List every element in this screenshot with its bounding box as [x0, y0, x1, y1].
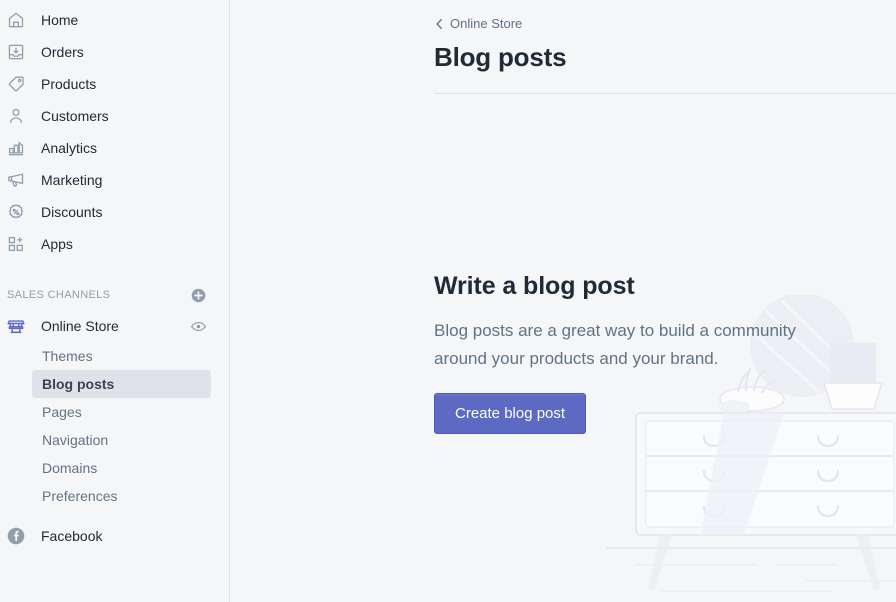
- breadcrumb-label: Online Store: [450, 16, 523, 31]
- sidebar-item-navigation[interactable]: Navigation: [32, 426, 211, 454]
- sales-channels-section-header: SALES CHANNELS: [0, 280, 229, 310]
- shopify-admin-window: Home Orders Products Customers Analytics…: [0, 0, 896, 602]
- eye-icon[interactable]: [189, 317, 207, 335]
- sidebar-item-label: Home: [41, 12, 79, 28]
- facebook-icon: [6, 524, 34, 548]
- bar-chart-icon: [6, 136, 34, 160]
- apps-grid-plus-icon: [6, 232, 34, 256]
- sidebar-item-label: Apps: [41, 236, 73, 252]
- sidebar-item-online-store[interactable]: Online Store: [0, 310, 229, 342]
- sidebar-item-preferences[interactable]: Preferences: [32, 482, 211, 510]
- sidebar-item-label: Orders: [41, 44, 84, 60]
- sidebar-item-label: Customers: [41, 108, 109, 124]
- sidebar-item-home[interactable]: Home: [0, 4, 229, 36]
- create-blog-post-button[interactable]: Create blog post: [434, 393, 587, 434]
- sidebar-item-label: Online Store: [41, 318, 119, 334]
- sidebar-item-discounts[interactable]: Discounts: [0, 196, 229, 228]
- sidebar-item-marketing[interactable]: Marketing: [0, 164, 229, 196]
- subnav-item-label: Themes: [42, 348, 93, 364]
- sidebar-item-products[interactable]: Products: [0, 68, 229, 100]
- percent-badge-icon: [6, 200, 34, 224]
- sidebar-item-blog-posts[interactable]: Blog posts: [32, 370, 211, 398]
- storefront-icon: [6, 314, 34, 338]
- empty-state: Write a blog post Blog posts are a great…: [434, 270, 834, 434]
- page-title: Blog posts: [434, 41, 567, 72]
- online-store-subnav: Themes Blog posts Pages Navigation Domai…: [0, 342, 229, 510]
- subnav-item-label: Blog posts: [42, 376, 115, 392]
- subnav-item-label: Preferences: [42, 488, 118, 504]
- empty-state-title: Write a blog post: [434, 272, 635, 300]
- sidebar-item-apps[interactable]: Apps: [0, 228, 229, 260]
- person-icon: [6, 104, 34, 128]
- page-header: Online Store Blog posts: [434, 0, 896, 94]
- tag-icon: [6, 72, 34, 96]
- sidebar-item-label: Analytics: [41, 140, 98, 156]
- sidebar: Home Orders Products Customers Analytics…: [0, 0, 230, 602]
- sidebar-item-label: Discounts: [41, 204, 103, 220]
- plus-circle-icon[interactable]: [189, 286, 207, 304]
- sidebar-item-orders[interactable]: Orders: [0, 36, 229, 68]
- chevron-left-icon: [434, 18, 445, 30]
- empty-state-description: Blog posts are a great way to build a co…: [434, 321, 796, 368]
- megaphone-icon: [6, 168, 34, 192]
- sidebar-item-analytics[interactable]: Analytics: [0, 132, 229, 164]
- main-content: Online Store Blog posts Write a blog pos…: [230, 0, 896, 602]
- sidebar-item-pages[interactable]: Pages: [32, 398, 211, 426]
- home-icon: [6, 8, 34, 32]
- sidebar-item-label: Facebook: [41, 528, 103, 544]
- orders-icon: [6, 40, 34, 64]
- subnav-item-label: Pages: [42, 404, 82, 420]
- sidebar-item-themes[interactable]: Themes: [32, 342, 211, 370]
- sidebar-item-label: Marketing: [41, 172, 103, 188]
- breadcrumb[interactable]: Online Store: [434, 16, 522, 31]
- sidebar-item-customers[interactable]: Customers: [0, 100, 229, 132]
- sales-channels-title: SALES CHANNELS: [7, 289, 111, 301]
- sidebar-item-domains[interactable]: Domains: [32, 454, 211, 482]
- sidebar-item-label: Products: [41, 76, 97, 92]
- header-divider: [434, 92, 896, 94]
- subnav-item-label: Domains: [42, 460, 98, 476]
- subnav-item-label: Navigation: [42, 432, 109, 448]
- sidebar-item-facebook[interactable]: Facebook: [0, 520, 229, 552]
